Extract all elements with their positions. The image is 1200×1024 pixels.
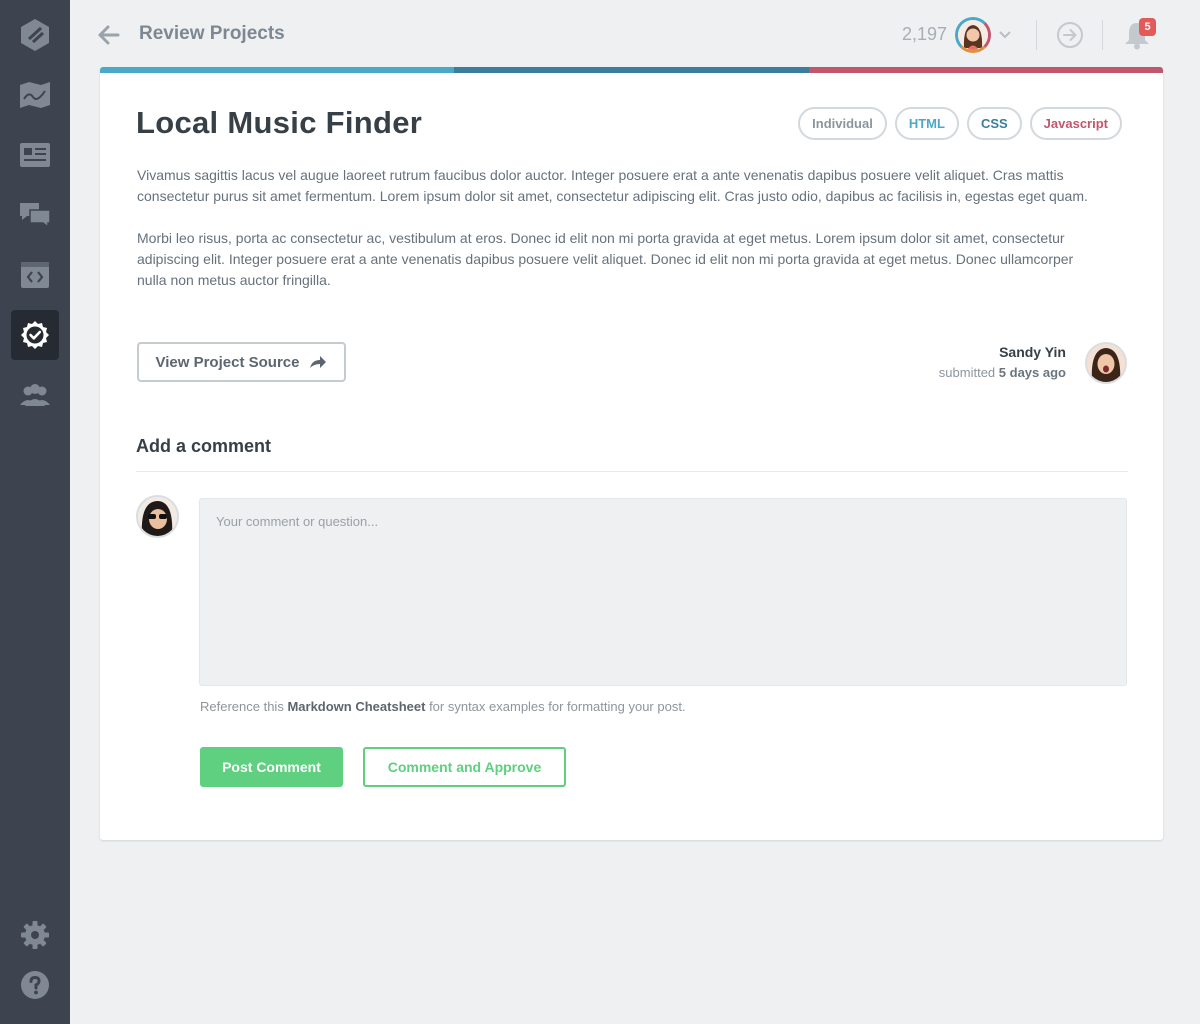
chevron-down-icon[interactable] [998,30,1012,40]
sign-out-icon[interactable] [1056,21,1084,49]
user-avatar-image [958,20,988,50]
progress-segment [454,67,809,73]
author-name[interactable]: Sandy Yin [999,344,1066,360]
sidebar-item-workspaces[interactable] [11,250,59,300]
view-project-source-label: View Project Source [155,353,300,371]
user-avatar[interactable] [955,17,991,53]
header-divider [1036,20,1037,50]
add-comment-heading: Add a comment [136,436,272,456]
community-icon [20,384,50,406]
current-user-avatar [136,495,179,538]
submission-meta: submitted 5 days ago [939,365,1066,380]
sidebar-item-help[interactable] [11,960,59,1010]
points-count: 2,197 [902,24,948,44]
settings-gear-icon [21,921,49,949]
sidebar-item-teams[interactable] [11,370,59,420]
progress-segment [100,67,455,73]
submitted-label: submitted [938,365,996,380]
markdown-helper-text: Reference this Markdown Cheatsheet for s… [200,699,686,714]
forum-icon [20,203,51,229]
comment-input[interactable] [199,498,1127,686]
library-icon [20,143,50,167]
project-title: Local Music Finder [136,105,423,140]
author-avatar[interactable] [1085,342,1127,384]
project-card: Local Music Finder Individual HTML CSS J… [100,67,1163,840]
sidebar [0,0,70,1024]
description-paragraph: Vivamus sagittis lacus vel augue laoreet… [137,167,1088,204]
helper-suffix: for syntax examples for formatting your … [429,699,686,714]
treehouse-logo-icon [21,19,49,51]
notification-badge: 5 [1139,18,1156,36]
markdown-cheatsheet-link[interactable]: Markdown Cheatsheet [287,699,425,714]
page-title: Review Projects [139,23,285,44]
map-icon [20,82,50,108]
description-paragraph: Morbi leo risus, porta ac consectetur ac… [137,230,1074,288]
sidebar-item-tracks[interactable] [11,70,59,120]
project-description: Vivamus sagittis lacus vel augue laoreet… [137,165,1102,291]
post-comment-button[interactable]: Post Comment [200,747,343,787]
sidebar-item-settings[interactable] [11,910,59,960]
tag-list: Individual HTML CSS Javascript [798,107,1122,140]
submitted-time: 5 days ago [998,365,1066,380]
review-check-icon [21,321,49,349]
view-project-source-button[interactable]: View Project Source [137,342,346,382]
progress-segment [808,67,1163,73]
sidebar-item-library[interactable] [11,130,59,180]
tag-html[interactable]: HTML [894,107,959,140]
current-user-avatar-image [138,497,177,536]
comment-and-approve-button[interactable]: Comment and Approve [363,747,566,787]
tag-css[interactable]: CSS [966,107,1022,140]
tag-individual[interactable]: Individual [798,107,887,140]
header-divider [1102,20,1103,50]
sidebar-item-review[interactable] [11,310,59,360]
share-arrow-icon [310,356,327,368]
project-progress-bar [100,67,1163,73]
sidebar-item-home[interactable] [11,10,59,60]
tag-javascript[interactable]: Javascript [1029,107,1122,140]
section-divider [136,471,1128,472]
author-avatar-image [1087,344,1125,382]
back-arrow-icon[interactable] [98,24,120,46]
sidebar-item-community[interactable] [11,190,59,240]
helper-prefix: Reference this [200,699,284,714]
workspace-icon [21,262,49,288]
help-question-icon [21,971,49,999]
